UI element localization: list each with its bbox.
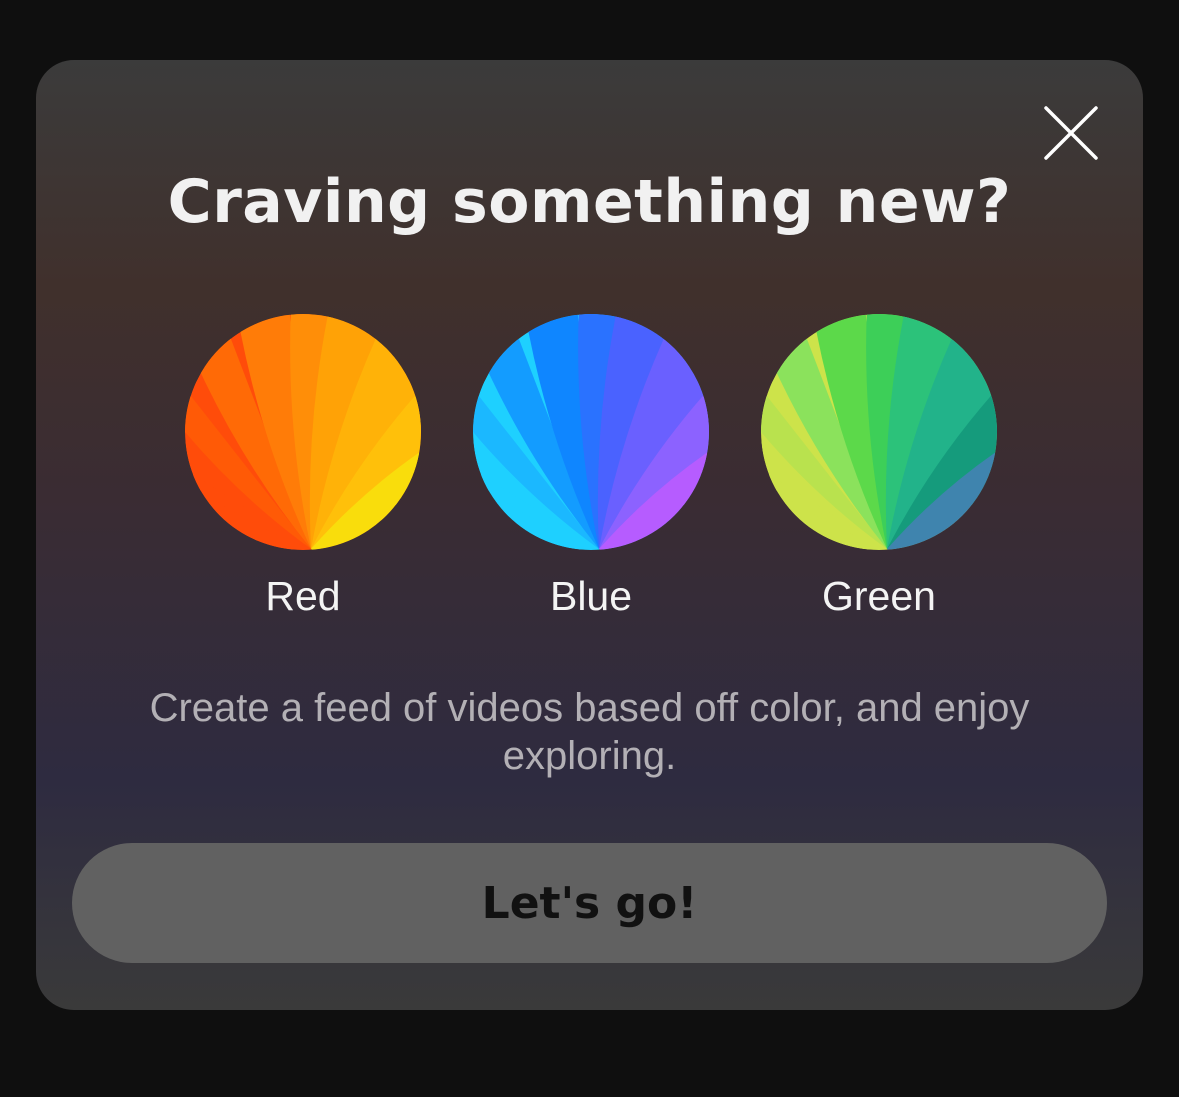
swatch-red[interactable]: Red [183, 314, 423, 620]
green-fan-icon[interactable] [761, 314, 997, 550]
swatch-label-blue: Blue [549, 573, 633, 619]
swatch-green[interactable]: Green [759, 314, 999, 620]
color-feed-modal: Craving something new? Red Blue Green Cr… [36, 60, 1143, 1010]
close-button[interactable] [1042, 104, 1100, 162]
swatch-label-red: Red [265, 573, 341, 619]
modal-title: Craving something new? [167, 167, 1012, 237]
blue-fan-icon[interactable] [473, 314, 709, 550]
swatch-label-green: Green [822, 573, 936, 619]
modal-description: Create a feed of videos based off color,… [149, 686, 1030, 778]
red-fan-icon[interactable] [185, 314, 421, 550]
close-icon[interactable] [1042, 104, 1100, 162]
lets-go-button[interactable]: Let's go! [72, 843, 1107, 963]
swatch-blue[interactable]: Blue [471, 314, 711, 620]
